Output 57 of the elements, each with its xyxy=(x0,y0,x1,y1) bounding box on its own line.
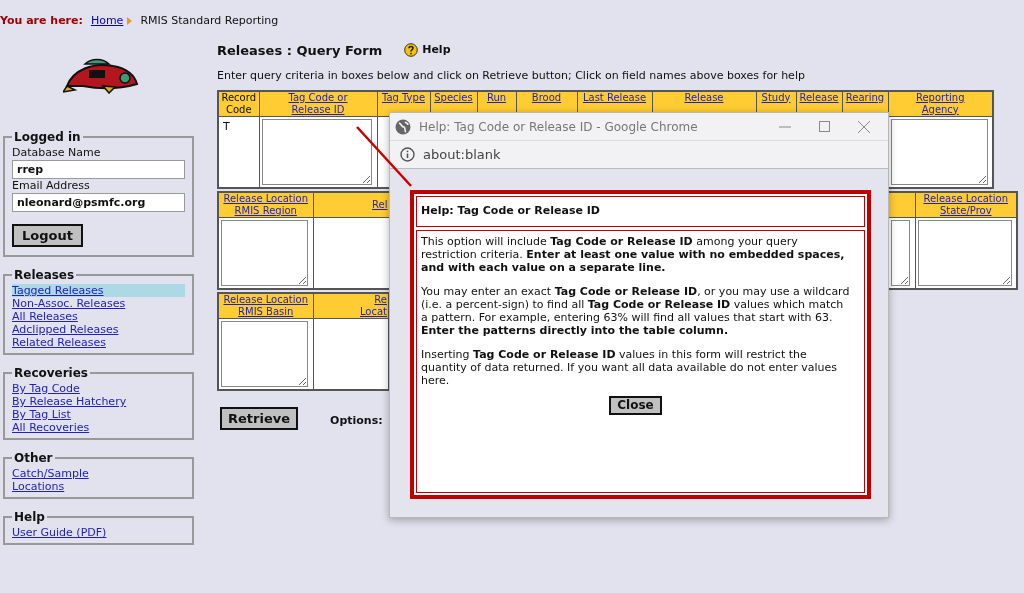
address-text: about:blank xyxy=(423,145,501,164)
help-paragraph: This option will include Tag Code or Release ID among your query restriction criteria. Enter at least one value with no embedded spaces, and with each value on a separate line. xyxy=(421,235,846,274)
breadcrumb-label: You are here: xyxy=(0,13,83,29)
nav-link[interactable]: All Recoveries xyxy=(12,421,185,434)
breadcrumb-current: RMIS Standard Reporting xyxy=(140,13,279,29)
field-label: Email Address xyxy=(12,178,91,193)
breadcrumb-link[interactable]: Home xyxy=(90,13,124,30)
globe-icon xyxy=(395,118,411,135)
help-link[interactable]: Help xyxy=(404,42,451,59)
column-header-link[interactable]: Re Locat xyxy=(314,293,387,318)
nav-link[interactable]: Non-Assoc. Releases xyxy=(12,297,185,310)
panel-legend: Logged in xyxy=(12,127,83,146)
query-textarea[interactable] xyxy=(890,219,910,286)
field-label: Database Name xyxy=(12,145,102,160)
column-header: Record Code xyxy=(221,91,257,115)
text-input[interactable]: nleonard@psmfc.org xyxy=(12,192,185,212)
page-title: Releases : Query Form xyxy=(217,41,383,60)
column-header-link[interactable]: Release Location State/Prov xyxy=(916,192,1015,217)
logout-button[interactable]: Logout xyxy=(12,223,83,247)
panel-legend: Recoveries xyxy=(12,364,90,382)
query-textarea[interactable] xyxy=(261,118,372,185)
nav-link[interactable]: Locations xyxy=(12,480,185,493)
close-button[interactable]: Close xyxy=(609,396,662,415)
info-icon[interactable] xyxy=(400,147,415,162)
panel-legend: Releases xyxy=(12,266,77,284)
column-header-link[interactable]: Tag Code or Release ID xyxy=(260,91,376,116)
nav-link[interactable]: By Release Hatchery xyxy=(12,395,185,408)
maximize-icon[interactable] xyxy=(819,121,830,132)
close-icon[interactable] xyxy=(858,120,870,133)
help-paragraph: You may enter an exact Tag Code or Release ID, or you may use a wildcard (i.e. a percent-sign) to find all Tag Code or Release ID values which match a pattern. For example, entering 63% will find all values that start with 63. Enter the patterns directly into the table column. xyxy=(421,285,850,337)
nav-link[interactable]: Adclipped Releases xyxy=(12,323,185,336)
column-header-link[interactable]: Reporting Agency xyxy=(889,91,991,116)
query-textarea[interactable] xyxy=(917,219,1012,286)
retrieve-button[interactable]: Retrieve xyxy=(220,406,299,430)
nav-link[interactable]: All Releases xyxy=(12,310,185,323)
nav-link[interactable]: Catch/Sample xyxy=(12,467,185,480)
query-textarea[interactable] xyxy=(221,320,308,387)
query-textarea[interactable] xyxy=(890,118,988,185)
instructions-text: Enter query criteria in boxes below and click on Retrieve button; Click on field names above boxes for help xyxy=(217,68,806,84)
nav-link[interactable]: User Guide (PDF) xyxy=(12,526,185,539)
text-input[interactable]: rrep xyxy=(12,159,185,179)
options-label: Options: xyxy=(330,413,383,429)
panel-legend: Help xyxy=(12,508,47,526)
panel-legend: Other xyxy=(12,449,55,467)
column-header-link[interactable]: Release Location RMIS Region xyxy=(220,192,312,217)
query-textarea[interactable] xyxy=(221,219,308,286)
chevron-icon xyxy=(127,17,133,26)
help-paragraph: Inserting Tag Code or Release ID values in this form will restrict the quantity of data returned. If you want all data available do not enter values here. xyxy=(421,348,839,387)
help-heading: Help: Tag Code or Release ID xyxy=(421,203,600,220)
nav-link[interactable]: Related Releases xyxy=(12,336,185,349)
question-icon xyxy=(404,43,419,58)
column-header-link[interactable]: Release Location RMIS Basin xyxy=(220,293,312,318)
nav-link[interactable]: By Tag List xyxy=(12,408,185,421)
window-title: Help: Tag Code or Release ID - Google Chrome xyxy=(419,118,698,136)
nav-link[interactable]: By Tag Code xyxy=(12,382,185,395)
nav-link[interactable]: Tagged Releases xyxy=(12,284,185,297)
record-code-value: T xyxy=(223,119,230,133)
